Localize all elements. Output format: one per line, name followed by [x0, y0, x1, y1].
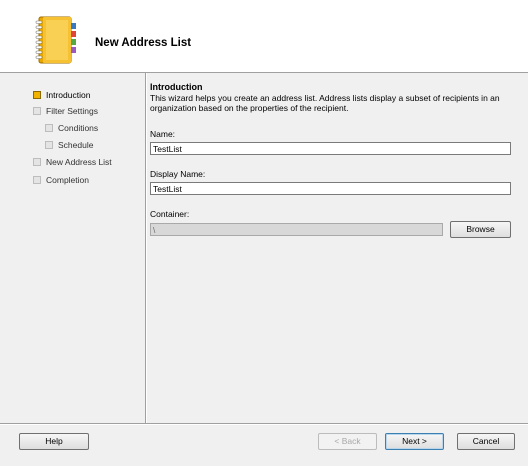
- browse-button[interactable]: Browse: [450, 221, 511, 238]
- cancel-button[interactable]: Cancel: [457, 433, 515, 450]
- step-indicator-icon: [33, 176, 41, 184]
- footer-divider: [0, 423, 528, 425]
- next-button[interactable]: Next >: [385, 433, 444, 450]
- nav-divider: [145, 73, 147, 423]
- container-label: Container:: [150, 209, 190, 219]
- step-indicator-icon: [45, 141, 53, 149]
- name-label: Name:: [150, 129, 176, 139]
- step-indicator-icon: [33, 107, 41, 115]
- nav-step-conditions[interactable]: Conditions: [45, 122, 98, 134]
- address-book-icon: [35, 16, 76, 64]
- wizard-title: New Address List: [95, 37, 192, 49]
- wizard-steps-nav: Introduction Filter Settings Conditions …: [0, 73, 145, 423]
- nav-step-schedule[interactable]: Schedule: [45, 139, 93, 151]
- nav-step-completion[interactable]: Completion: [33, 174, 89, 186]
- step-indicator-icon: [45, 124, 53, 132]
- section-description: This wizard helps you create an address …: [150, 93, 500, 113]
- wizard-header: New Address List: [0, 0, 528, 73]
- step-indicator-icon: [33, 158, 41, 166]
- nav-step-label: New Address List: [46, 157, 112, 167]
- wizard-content: Introduction This wizard helps you creat…: [150, 73, 520, 423]
- display-name-input[interactable]: [150, 182, 511, 195]
- nav-step-label: Introduction: [46, 90, 91, 100]
- section-title: Introduction: [150, 82, 203, 92]
- nav-step-label: Filter Settings: [46, 106, 98, 116]
- nav-step-label: Schedule: [58, 140, 94, 150]
- nav-step-label: Conditions: [58, 123, 99, 133]
- display-name-label: Display Name:: [150, 169, 206, 179]
- nav-step-new-address-list[interactable]: New Address List: [33, 156, 112, 168]
- back-button: < Back: [318, 433, 377, 450]
- nav-step-filter-settings[interactable]: Filter Settings: [33, 105, 98, 117]
- step-active-indicator-icon: [33, 91, 41, 99]
- nav-step-label: Completion: [46, 175, 89, 185]
- name-input[interactable]: [150, 142, 511, 155]
- container-input: [150, 223, 443, 236]
- help-button[interactable]: Help: [19, 433, 89, 450]
- nav-step-introduction[interactable]: Introduction: [33, 89, 90, 101]
